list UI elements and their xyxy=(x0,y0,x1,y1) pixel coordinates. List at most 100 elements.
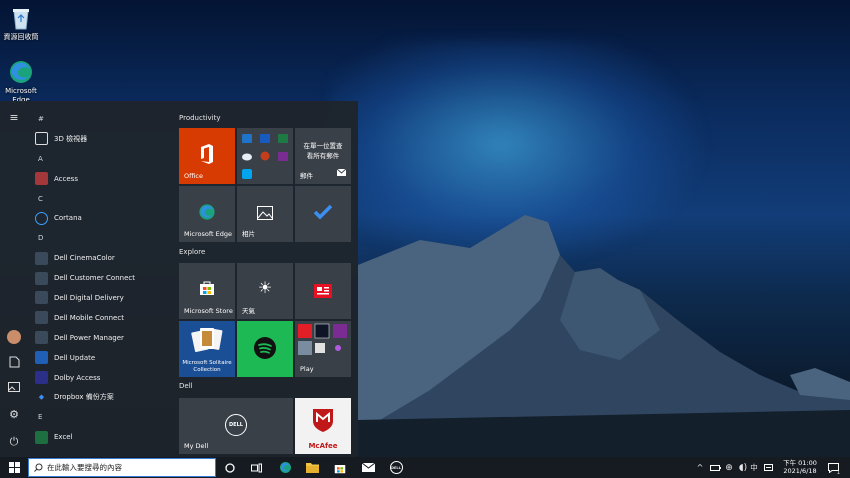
system-clock[interactable]: 下午 01:00 2021/6/18 xyxy=(772,459,828,475)
notification-count-badge: 1 xyxy=(836,470,840,476)
app-list-item[interactable]: Excel xyxy=(28,427,168,447)
app-list-item[interactable]: Dell Mobile Connect xyxy=(28,308,168,328)
app-list-item-label: Dell Update xyxy=(54,353,96,362)
dell-cinemacolor-icon xyxy=(35,251,48,265)
tile-mcafee-label: McAfee xyxy=(308,442,338,450)
search-box[interactable]: 在此輸入要搜尋的內容 xyxy=(28,458,216,477)
tray-chevron-icon[interactable]: ^ xyxy=(694,457,706,478)
tile-mydell[interactable]: DELL My Dell xyxy=(179,398,293,454)
clock-time: 下午 01:00 xyxy=(783,459,817,467)
cortana-circle-icon xyxy=(225,462,235,473)
app-list-item[interactable]: Dell Digital Delivery xyxy=(28,288,168,308)
hamburger-menu-icon[interactable]: ≡ xyxy=(7,111,21,125)
weather-sun-icon: ☀ xyxy=(257,278,273,297)
app-list-item-label: Dell CinemaColor xyxy=(54,254,115,263)
edge-tile-icon xyxy=(179,203,235,225)
search-icon xyxy=(34,463,43,472)
app-list-item[interactable]: ◆ Dropbox 備份方案 xyxy=(28,387,168,407)
task-view-icon xyxy=(250,463,262,472)
pictures-icon[interactable] xyxy=(7,382,21,396)
cube-icon xyxy=(35,132,48,146)
tile-office-apps[interactable] xyxy=(237,128,293,184)
app-list-item-label: Dolby Access xyxy=(54,373,101,382)
tile-office[interactable]: Office xyxy=(179,128,235,184)
folder-icon xyxy=(305,463,319,473)
tile-solitaire[interactable]: Microsoft Solitaire Collection xyxy=(179,321,235,377)
app-list-item[interactable]: Access xyxy=(28,169,168,189)
tile-edge-label: Microsoft Edge xyxy=(184,230,233,238)
tile-news[interactable] xyxy=(295,263,351,319)
store-taskbar-icon xyxy=(334,464,346,473)
delivery-icon xyxy=(35,291,48,305)
ime-indicator[interactable]: 中 xyxy=(748,457,760,478)
cortana-icon xyxy=(35,211,48,225)
task-view-button[interactable] xyxy=(246,457,266,478)
taskbar-explorer[interactable] xyxy=(301,457,323,478)
tile-play-label: Play xyxy=(300,365,314,373)
app-list-item[interactable]: Dolby Access xyxy=(28,368,168,388)
user-avatar[interactable] xyxy=(7,330,21,344)
windows-logo-icon xyxy=(8,462,20,473)
tile-photos[interactable]: 相片 xyxy=(237,186,293,242)
mcafee-shield-icon xyxy=(295,407,351,437)
documents-icon[interactable] xyxy=(7,356,21,370)
power-icon[interactable]: ⏻ xyxy=(7,435,21,449)
start-menu: ≡ ⚙ ⏻ #3D 檢視器 A Access C Cortana D Dell Cinema… xyxy=(0,101,358,457)
dropbox-icon: ◆ xyxy=(38,393,45,402)
app-list-item-label: Dell Mobile Connect xyxy=(54,313,124,322)
tile-photos-label: 相片 xyxy=(242,230,255,238)
taskbar-mail[interactable] xyxy=(357,457,379,478)
app-list-item[interactable]: Cortana xyxy=(28,208,168,228)
play-games-icons xyxy=(298,323,347,355)
shield-icon xyxy=(35,331,48,345)
phone-icon xyxy=(35,311,48,325)
app-list-header[interactable]: # xyxy=(28,109,168,129)
solitaire-cards-icon xyxy=(179,327,235,357)
app-list: #3D 檢視器 A Access C Cortana D Dell CinemaColor D… xyxy=(28,109,168,447)
app-list-item[interactable]: 3D 檢視器 xyxy=(28,129,168,149)
app-list-item-label: Dell Customer Connect xyxy=(54,274,135,283)
app-list-item[interactable]: Dell Update xyxy=(28,348,168,368)
edge-desktop-icon[interactable]: Microsoft Edge xyxy=(0,59,44,105)
taskbar-edge[interactable] xyxy=(274,457,296,478)
tile-todo[interactable] xyxy=(295,186,351,242)
office-icon xyxy=(179,144,235,168)
tile-spotify[interactable] xyxy=(237,321,293,377)
settings-gear-icon[interactable]: ⚙ xyxy=(7,408,21,422)
cortana-button[interactable] xyxy=(220,457,240,478)
start-button[interactable] xyxy=(0,457,28,478)
clock-date: 2021/6/18 xyxy=(783,467,817,475)
start-rail: ≡ ⚙ ⏻ xyxy=(0,101,28,457)
taskbar-store[interactable] xyxy=(329,457,351,478)
app-list-item-label: Dell Power Manager xyxy=(54,333,124,342)
todo-check-icon xyxy=(295,204,351,224)
app-list-header[interactable]: C xyxy=(28,189,168,209)
recycle-bin-label: 資源回收筒 xyxy=(3,33,39,41)
store-bag-icon xyxy=(179,280,235,300)
group-explore: Explore xyxy=(179,248,206,256)
tile-edge[interactable]: Microsoft Edge xyxy=(179,186,235,242)
app-list-header[interactable]: E xyxy=(28,407,168,427)
tile-office-label: Office xyxy=(184,172,203,180)
dell-taskbar-text: DELL xyxy=(391,465,401,470)
app-list-item[interactable]: Dell CinemaColor xyxy=(28,248,168,268)
app-list-item-label: Dell Digital Delivery xyxy=(54,293,124,302)
battery-icon[interactable] xyxy=(708,457,722,478)
edge-taskbar-icon xyxy=(279,462,291,473)
app-list-header[interactable]: D xyxy=(28,228,168,248)
app-list-header[interactable]: A xyxy=(28,149,168,169)
tile-solitaire-label: Microsoft Solitaire Collection xyxy=(182,360,232,373)
tile-store[interactable]: Microsoft Store xyxy=(179,263,235,319)
taskbar-mydell[interactable]: DELL xyxy=(385,457,407,478)
photos-icon xyxy=(237,205,293,224)
app-list-item[interactable]: Dell Customer Connect xyxy=(28,268,168,288)
tile-mail[interactable]: 在單一位置查看所有郵件 郵件 xyxy=(295,128,351,184)
app-list-item-label: Dropbox 備份方案 xyxy=(54,393,114,402)
network-globe-icon[interactable]: ⊕ xyxy=(722,457,736,478)
app-list-item[interactable]: Dell Power Manager xyxy=(28,328,168,348)
tile-play[interactable]: Play xyxy=(295,321,351,377)
recycle-bin-desktop-icon[interactable]: 資源回收筒 xyxy=(0,5,44,42)
tile-weather[interactable]: ☀ 天氣 xyxy=(237,263,293,319)
tile-mcafee[interactable]: McAfee xyxy=(295,398,351,454)
tile-mydell-label: My Dell xyxy=(184,442,209,450)
